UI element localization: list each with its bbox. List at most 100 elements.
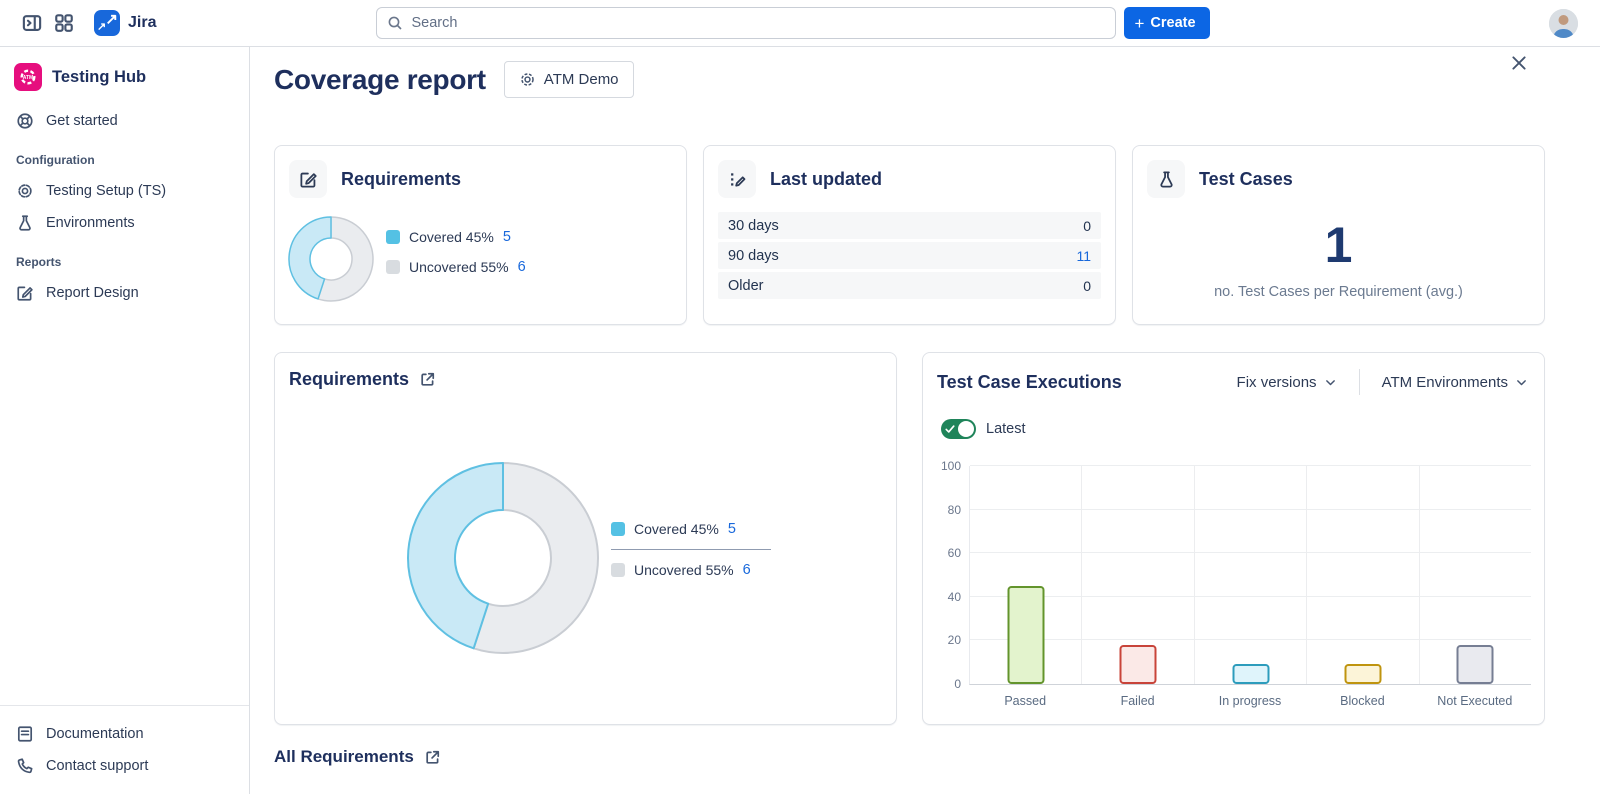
bar-in-progress[interactable] xyxy=(1232,664,1269,684)
x-axis-category-label: Blocked xyxy=(1306,694,1418,708)
main-content: Coverage report ATM Demo Requirements Co… xyxy=(251,47,1600,794)
jira-home-link[interactable]: ↗↗ Jira xyxy=(94,10,156,36)
lifebuoy-icon xyxy=(16,112,34,130)
latest-toggle[interactable] xyxy=(941,419,976,439)
bar-passed[interactable] xyxy=(1007,586,1044,684)
y-axis-tick-label: 80 xyxy=(948,503,961,517)
card-title: Requirements xyxy=(341,169,461,190)
bar-column-blocked xyxy=(1307,466,1419,684)
testing-hub-logo-icon: ATM xyxy=(14,63,42,91)
x-axis-category-label: Failed xyxy=(1081,694,1193,708)
open-all-requirements-icon[interactable] xyxy=(424,749,441,766)
plus-icon: + xyxy=(1134,15,1144,32)
x-axis-category-label: Passed xyxy=(969,694,1081,708)
atm-environments-dropdown[interactable]: ATM Environments xyxy=(1382,374,1528,391)
toggle-knob xyxy=(958,421,974,437)
y-axis-tick-label: 100 xyxy=(941,459,961,473)
gear-icon xyxy=(519,71,536,88)
app-name: Jira xyxy=(128,14,156,32)
sidebar-item-testing-setup[interactable]: Testing Setup (TS) xyxy=(8,175,241,207)
bar-column-passed xyxy=(970,466,1082,684)
filter-divider xyxy=(1359,369,1360,395)
bar-failed[interactable] xyxy=(1120,645,1157,684)
bar-chart-x-labels: PassedFailedIn progressBlockedNot Execut… xyxy=(969,694,1531,708)
bar-column-in-progress xyxy=(1195,466,1307,684)
requirements-detail-card: Requirements Covered 45% 5 Uncovered 55%… xyxy=(274,352,897,725)
sidebar-app-header: ATM Testing Hub xyxy=(8,57,241,105)
chevron-down-icon xyxy=(1324,376,1337,389)
chevron-down-icon xyxy=(1515,376,1528,389)
card-title: Last updated xyxy=(770,169,882,190)
legend-divider xyxy=(611,549,771,550)
test-cases-card: Test Cases 1 no. Test Cases per Requirem… xyxy=(1132,145,1545,325)
last-updated-row-90-days: 90 days 11 xyxy=(718,242,1101,269)
executions-bar-chart: 020406080100 PassedFailedIn progressBloc… xyxy=(969,466,1531,708)
covered-swatch xyxy=(611,522,625,536)
ninety-days-count-link[interactable]: 11 xyxy=(1076,248,1091,264)
last-updated-row-30-days: 30 days 0 xyxy=(718,212,1101,239)
x-axis-category-label: In progress xyxy=(1194,694,1306,708)
y-axis-tick-label: 20 xyxy=(948,633,961,647)
test-cases-avg-value: 1 xyxy=(1133,220,1544,270)
legend-uncovered: Uncovered 55% 6 xyxy=(611,562,771,578)
sidebar-item-documentation[interactable]: Documentation xyxy=(8,718,241,750)
uncovered-count-link[interactable]: 6 xyxy=(518,259,526,275)
app-switcher-icon[interactable] xyxy=(48,7,80,39)
test-cases-caption: no. Test Cases per Requirement (avg.) xyxy=(1133,284,1544,300)
flask-icon xyxy=(16,214,34,232)
project-selector-button[interactable]: ATM Demo xyxy=(504,61,634,98)
gear-icon xyxy=(16,182,34,200)
bar-blocked[interactable] xyxy=(1344,664,1381,684)
sidebar-app-title: Testing Hub xyxy=(52,68,146,87)
all-requirements-link[interactable]: All Requirements xyxy=(274,747,414,767)
search-input[interactable] xyxy=(411,15,1105,31)
sidebar-item-environments[interactable]: Environments xyxy=(8,207,241,239)
card-title: Test Cases xyxy=(1199,169,1293,190)
y-axis-tick-label: 40 xyxy=(948,590,961,604)
card-title: Requirements xyxy=(289,369,409,390)
sidebar-item-contact-support[interactable]: Contact support xyxy=(8,750,241,782)
covered-count-link[interactable]: 5 xyxy=(503,229,511,245)
bar-column-failed xyxy=(1082,466,1194,684)
last-updated-card: Last updated 30 days 0 90 days 11 Older … xyxy=(703,145,1116,325)
all-requirements-section: All Requirements xyxy=(274,747,441,767)
y-axis-tick-label: 60 xyxy=(948,546,961,560)
flask-icon xyxy=(1147,160,1185,198)
latest-toggle-label: Latest xyxy=(986,421,1026,437)
card-title: Test Case Executions xyxy=(937,372,1237,393)
y-axis-tick-label: 0 xyxy=(954,677,961,691)
legend-uncovered: Uncovered 55% 6 xyxy=(386,259,526,275)
user-avatar[interactable] xyxy=(1549,9,1578,38)
app-root: ↗↗ Jira + Create ATM Testing Hub Get sta… xyxy=(0,0,1600,794)
covered-count-link[interactable]: 5 xyxy=(728,521,736,537)
requirements-summary-card: Requirements Covered 45% 5 Uncovered 55%… xyxy=(274,145,687,325)
svg-text:ATM: ATM xyxy=(23,75,33,81)
covered-swatch xyxy=(386,230,400,244)
top-bar: ↗↗ Jira + Create xyxy=(0,0,1600,47)
legend-covered: Covered 45% 5 xyxy=(386,229,526,245)
fix-versions-dropdown[interactable]: Fix versions xyxy=(1237,374,1337,391)
coverage-donut-chart-small xyxy=(286,214,376,304)
sidebar-section-configuration: Configuration xyxy=(8,137,241,175)
uncovered-count-link[interactable]: 6 xyxy=(743,562,751,578)
bar-not-executed[interactable] xyxy=(1457,645,1494,684)
last-updated-icon xyxy=(718,160,756,198)
open-requirements-icon[interactable] xyxy=(419,371,436,388)
phone-icon xyxy=(16,757,34,775)
uncovered-swatch xyxy=(386,260,400,274)
last-updated-row-older: Older 0 xyxy=(718,272,1101,299)
sidebar-item-report-design[interactable]: Report Design xyxy=(8,277,241,309)
document-icon xyxy=(16,725,34,743)
coverage-donut-chart-large xyxy=(403,458,603,658)
global-search[interactable] xyxy=(376,7,1116,39)
requirements-icon xyxy=(289,160,327,198)
edit-report-icon xyxy=(16,284,34,302)
page-title: Coverage report xyxy=(274,64,486,96)
search-icon xyxy=(387,15,403,31)
sidebar: ATM Testing Hub Get started Configuratio… xyxy=(0,47,250,794)
x-axis-category-label: Not Executed xyxy=(1419,694,1531,708)
close-icon[interactable] xyxy=(1508,53,1530,75)
collapse-sidebar-icon[interactable] xyxy=(16,7,48,39)
create-button[interactable]: + Create xyxy=(1124,7,1209,39)
sidebar-item-get-started[interactable]: Get started xyxy=(8,105,241,137)
